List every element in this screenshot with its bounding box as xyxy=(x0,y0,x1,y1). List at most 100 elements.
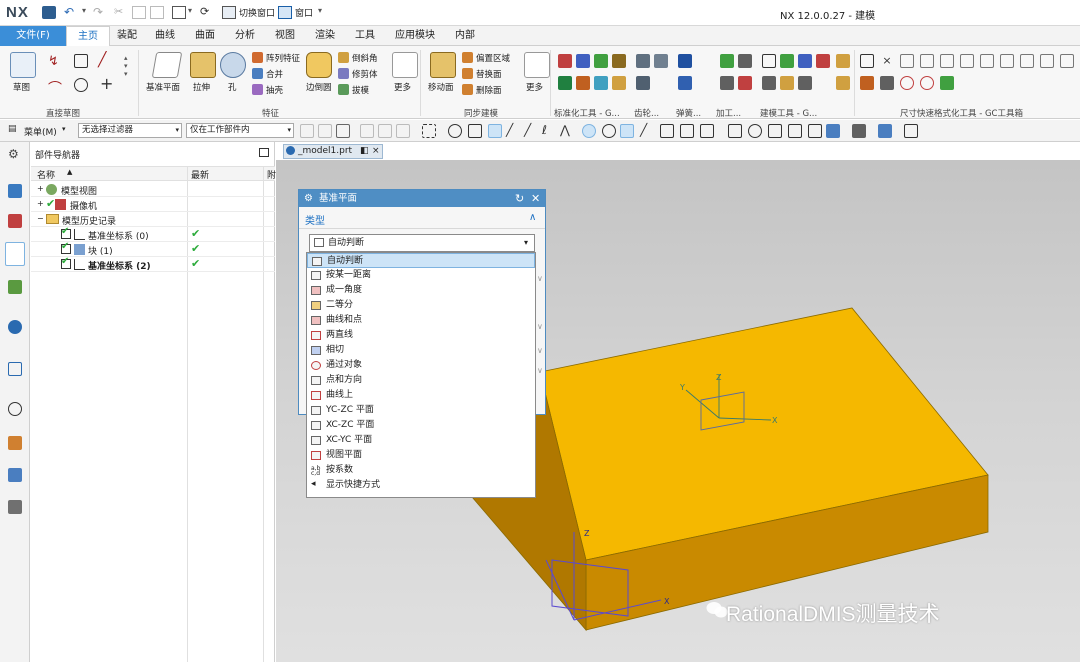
pin-icon[interactable]: ◧ xyxy=(360,145,369,158)
web-browser-icon[interactable] xyxy=(8,320,22,334)
sketch-more-icon[interactable]: ▴ ▾ ▾ xyxy=(124,54,128,78)
undo-dropdown-icon[interactable]: ▾ xyxy=(82,6,86,15)
modeling-tool-icon[interactable] xyxy=(816,54,830,68)
edge-blend-button[interactable]: 边倒圆 xyxy=(306,81,332,93)
tab-surface[interactable]: 曲面 xyxy=(188,26,222,46)
type-option-xc-yc-plane[interactable]: XC-YC 平面 xyxy=(307,433,535,448)
gear-icon[interactable]: ⚙ xyxy=(304,190,313,207)
shell-icon[interactable] xyxy=(252,84,263,95)
expand-icon[interactable]: + xyxy=(37,199,44,208)
column-header-latest[interactable]: 最新 xyxy=(191,168,209,181)
assembly-navigator-icon[interactable] xyxy=(8,184,22,198)
modeling-tool-icon[interactable] xyxy=(780,54,794,68)
collapse-section-icon[interactable]: ∧ xyxy=(529,212,536,223)
rectangle-select-icon[interactable] xyxy=(422,124,436,138)
more-sync-icon[interactable] xyxy=(524,52,550,78)
trim-body-button[interactable]: 修剪体 xyxy=(352,68,378,80)
switch-window-icon[interactable] xyxy=(222,6,236,19)
cut-icon[interactable]: ✂ xyxy=(114,5,123,18)
machining-tool-icon[interactable] xyxy=(738,54,752,68)
history-icon[interactable] xyxy=(8,362,22,376)
arc-icon[interactable]: ⌒ xyxy=(48,78,62,98)
modeling-tool-icon[interactable] xyxy=(762,76,776,90)
snap-face-icon[interactable] xyxy=(660,124,674,138)
standard-tool-icon[interactable] xyxy=(594,54,608,68)
type-option-point-and-direction[interactable]: 点和方向 xyxy=(307,373,535,388)
spring-tool-icon[interactable] xyxy=(678,76,692,90)
more-sync-button[interactable]: 更多 xyxy=(526,81,543,93)
type-section-header[interactable]: 类型 xyxy=(305,212,325,227)
close-icon[interactable]: ✕ xyxy=(531,190,540,207)
dimension-tool-icon[interactable] xyxy=(1040,54,1054,68)
profile-icon[interactable]: ↯ xyxy=(48,54,59,69)
offset-region-button[interactable]: 偏置区域 xyxy=(476,52,510,64)
spring-tool-icon[interactable] xyxy=(678,54,692,68)
tree-row[interactable]: + ✔ 摄像机 xyxy=(31,197,275,212)
expand-section-icon[interactable]: ∨ xyxy=(537,346,543,355)
view-tool-icon[interactable] xyxy=(788,124,802,138)
hole-button[interactable]: 孔 xyxy=(228,81,237,93)
more-features-icon[interactable] xyxy=(392,52,418,78)
tab-file[interactable]: 文件(F) xyxy=(0,26,66,46)
touch-mode-icon[interactable] xyxy=(172,6,186,19)
constraint-navigator-icon[interactable] xyxy=(8,214,22,228)
tab-view[interactable]: 视图 xyxy=(268,26,302,46)
process-studio-icon[interactable] xyxy=(8,468,22,482)
roles-icon[interactable] xyxy=(8,500,22,514)
gear-tool-icon[interactable] xyxy=(636,54,650,68)
filter-tool-icon[interactable] xyxy=(318,124,332,138)
expand-section-icon[interactable]: ∨ xyxy=(537,274,543,283)
gear-tool-icon[interactable] xyxy=(654,54,668,68)
point-icon[interactable]: + xyxy=(100,74,113,93)
chevron-down-icon[interactable]: ▾ xyxy=(188,6,192,15)
unite-icon[interactable] xyxy=(252,68,263,79)
tab-internal[interactable]: 内部 xyxy=(446,26,484,46)
rectangle-icon[interactable] xyxy=(74,54,88,68)
sketch-icon[interactable] xyxy=(10,52,36,78)
dimension-tool-icon[interactable] xyxy=(980,54,994,68)
tab-tools[interactable]: 工具 xyxy=(348,26,382,46)
dimension-tool-icon[interactable] xyxy=(940,76,954,90)
display-tool-icon[interactable] xyxy=(904,124,918,138)
delete-face-button[interactable]: 删除面 xyxy=(476,84,502,96)
tree-row[interactable]: ✔ 块 (1) ✔ xyxy=(31,241,275,257)
type-option-view-plane[interactable]: 视图平面 xyxy=(307,448,535,463)
column-header-extra[interactable]: 附 xyxy=(267,168,276,181)
standard-tool-icon[interactable] xyxy=(576,54,590,68)
datum-plane-button[interactable]: 基准平面 xyxy=(146,81,180,93)
chamfer-icon[interactable] xyxy=(338,52,349,63)
tree-row[interactable]: − 模型历史记录 xyxy=(31,212,275,227)
type-option-xc-zc-plane[interactable]: XC-ZC 平面 xyxy=(307,418,535,433)
filter-tool-icon[interactable] xyxy=(300,124,314,138)
machining-tool-icon[interactable] xyxy=(720,76,734,90)
filter-tool-icon[interactable] xyxy=(336,124,350,138)
snap-curve-icon[interactable]: ╱ xyxy=(640,124,654,138)
part-navigator-icon[interactable] xyxy=(5,242,25,266)
offset-region-icon[interactable] xyxy=(462,52,473,63)
filter-tool-icon[interactable] xyxy=(396,124,410,138)
snap-quadrant-icon[interactable] xyxy=(602,124,616,138)
snap-intersection-icon[interactable]: ⋀ xyxy=(560,124,574,138)
paste-icon[interactable] xyxy=(150,6,164,19)
save-icon[interactable] xyxy=(42,6,56,19)
snap-end-icon[interactable]: ╱ xyxy=(506,124,520,138)
menu-dropdown-icon[interactable]: ▾ xyxy=(62,125,66,133)
window-menu[interactable]: 窗口 xyxy=(295,6,313,19)
dimension-tool-icon[interactable] xyxy=(860,54,874,68)
type-option-yc-zc-plane[interactable]: YC-ZC 平面 xyxy=(307,403,535,418)
move-face-icon[interactable] xyxy=(430,52,456,78)
dimension-tool-icon[interactable] xyxy=(900,76,914,90)
type-option-bisector[interactable]: 二等分 xyxy=(307,298,535,313)
filter-tool-icon[interactable] xyxy=(378,124,392,138)
modeling-tool-icon[interactable] xyxy=(780,76,794,90)
hole-icon[interactable] xyxy=(220,52,246,78)
standard-tool-icon[interactable] xyxy=(558,76,572,90)
expand-icon[interactable]: + xyxy=(37,184,44,193)
snap-bounded-icon[interactable] xyxy=(680,124,694,138)
snap-reset-icon[interactable] xyxy=(700,124,714,138)
machining-tool-icon[interactable] xyxy=(720,54,734,68)
standard-tool-icon[interactable] xyxy=(612,54,626,68)
window-icon[interactable] xyxy=(278,6,292,19)
switch-window-button[interactable]: 切换窗口 xyxy=(239,6,275,19)
dimension-tool-icon[interactable] xyxy=(880,76,894,90)
